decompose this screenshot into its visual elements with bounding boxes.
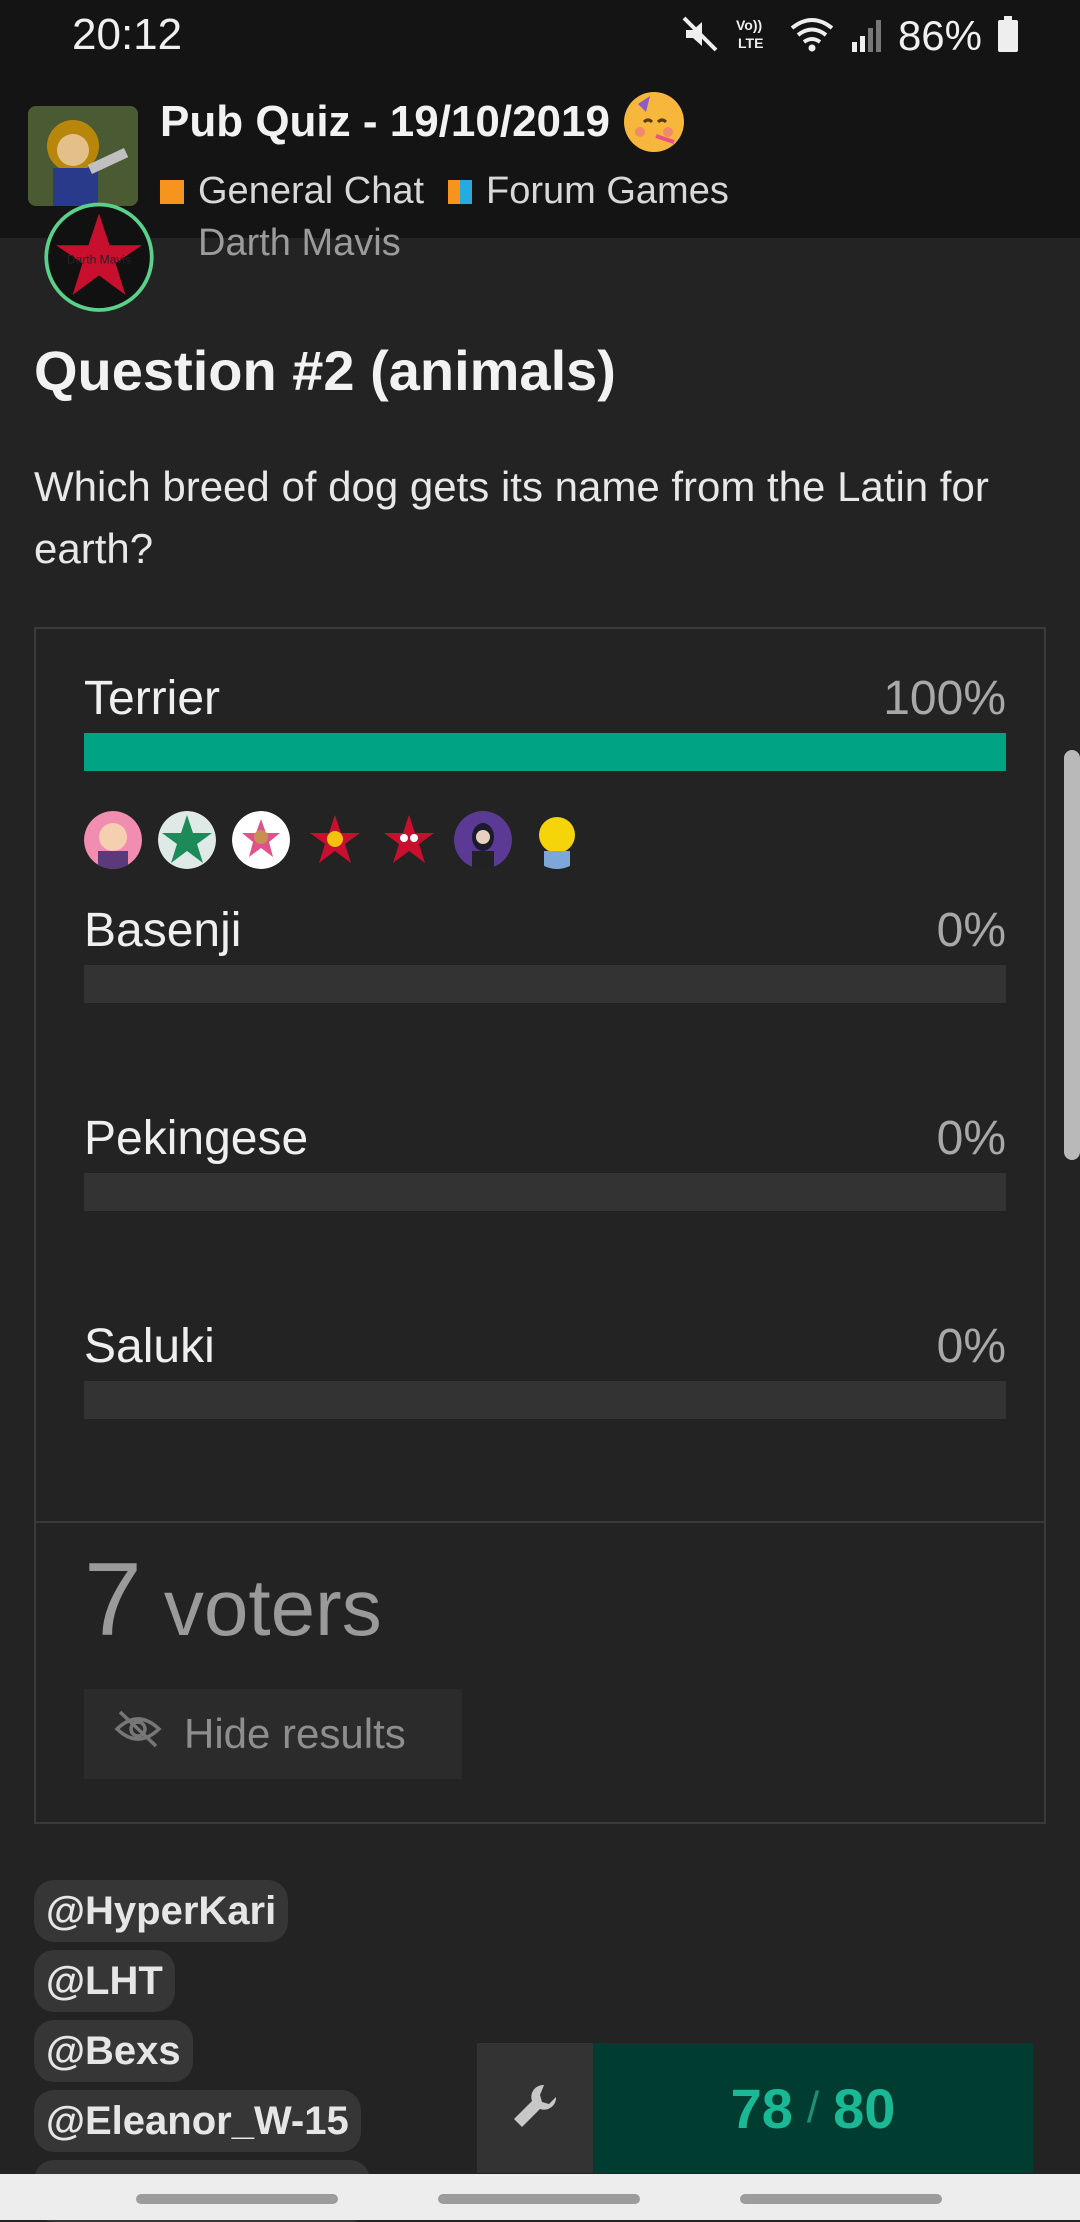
battery-icon — [996, 14, 1020, 59]
breadcrumb-forum-games[interactable]: Forum Games — [448, 170, 729, 213]
category-color-icon — [448, 179, 473, 204]
navigation-bar — [0, 2174, 1080, 2220]
scrollbar-thumb[interactable] — [1064, 750, 1080, 1160]
poll-option-bar-fill — [84, 733, 1006, 771]
voter-avatars — [84, 811, 586, 869]
poll-option-label: Pekingese — [84, 1112, 309, 1165]
home-button[interactable] — [438, 2194, 640, 2204]
status-icons: Vo)) LTE 86% — [680, 12, 1020, 60]
poll-option-bar — [84, 1173, 1006, 1211]
wrench-icon — [510, 2081, 560, 2136]
author-name[interactable]: Darth Mavis — [198, 222, 401, 265]
breadcrumb: General Chat Forum Games — [160, 170, 729, 213]
poll: Terrier 100% Basenji 0% Pekingese 0% Sal… — [34, 627, 1046, 1824]
hide-results-button[interactable]: Hide results — [84, 1689, 462, 1779]
progress-current: 78 — [730, 2076, 793, 2140]
poll-option-percent: 0% — [936, 904, 1006, 957]
poll-option-bar — [84, 733, 1006, 771]
recents-button[interactable] — [136, 2194, 338, 2204]
volte-icon: Vo)) LTE — [734, 14, 774, 59]
progress-total: 80 — [833, 2076, 896, 2140]
svg-text:Vo)): Vo)) — [736, 17, 762, 33]
mention-link[interactable]: @LHT — [34, 1950, 175, 2012]
battery-percent: 86% — [897, 12, 982, 59]
voters-number: 7 — [84, 1542, 142, 1658]
breadcrumb-label: Forum Games — [486, 170, 729, 212]
back-button[interactable] — [740, 2194, 942, 2204]
poll-divider — [36, 1521, 1044, 1523]
signal-icon — [850, 14, 884, 59]
voter-avatar[interactable] — [380, 811, 438, 869]
header-avatar[interactable] — [28, 106, 138, 206]
question-text: Which breed of dog gets its name from th… — [34, 463, 989, 572]
mention-link[interactable]: @HyperKari — [34, 1880, 289, 1942]
poll-option-percent: 0% — [936, 1112, 1006, 1165]
question-title: Question #2 (animals) — [34, 339, 616, 402]
status-bar: 20:12 Vo)) LTE 86% — [0, 0, 1080, 70]
topic-title-text: Pub Quiz - 19/10/2019 — [160, 97, 610, 146]
progress-separator: / — [806, 2083, 820, 2132]
poll-option-label: Saluki — [84, 1320, 215, 1373]
poll-option-bar — [84, 965, 1006, 1003]
eye-off-icon — [114, 1709, 162, 1759]
poll-option-label: Terrier — [84, 672, 221, 725]
voter-avatar[interactable] — [232, 811, 290, 869]
topic-controls: 78 / 80 — [477, 2043, 1033, 2173]
avatar-text: Darth Mavis — [67, 252, 131, 266]
poll-option-bar — [84, 1381, 1006, 1419]
mention-link[interactable]: @Bexs — [34, 2020, 193, 2082]
mention-list: @HyperKari @LHT @Bexs @Eleanor_W-15 @Meg… — [34, 1880, 370, 2222]
poll-option-label: Basenji — [84, 904, 242, 957]
topic-title: Pub Quiz - 19/10/2019 — [160, 92, 684, 152]
voter-avatar[interactable] — [454, 811, 512, 869]
author-avatar[interactable]: Darth Mavis — [26, 200, 172, 316]
topic-progress[interactable]: 78 / 80 — [593, 2043, 1033, 2173]
voter-avatar[interactable] — [306, 811, 364, 869]
breadcrumb-general-chat[interactable]: General Chat — [160, 170, 424, 213]
status-time: 20:12 — [72, 10, 183, 59]
voter-avatar[interactable] — [158, 811, 216, 869]
voters-label: voters — [163, 1563, 382, 1652]
hide-results-label: Hide results — [184, 1710, 406, 1757]
voter-avatar[interactable] — [84, 811, 142, 869]
poll-option-percent: 0% — [936, 1320, 1006, 1373]
breadcrumb-label: General Chat — [198, 170, 425, 212]
voters-count: 7 voters — [84, 1541, 382, 1660]
poll-option-percent: 100% — [883, 672, 1006, 725]
partying-face-icon — [623, 92, 684, 152]
wifi-icon — [788, 14, 836, 59]
mute-icon — [680, 14, 720, 59]
svg-text:LTE: LTE — [738, 35, 763, 51]
voter-avatar[interactable] — [528, 811, 586, 869]
mention-link[interactable]: @Eleanor_W-15 — [34, 2090, 361, 2152]
admin-wrench-button[interactable] — [477, 2043, 593, 2173]
